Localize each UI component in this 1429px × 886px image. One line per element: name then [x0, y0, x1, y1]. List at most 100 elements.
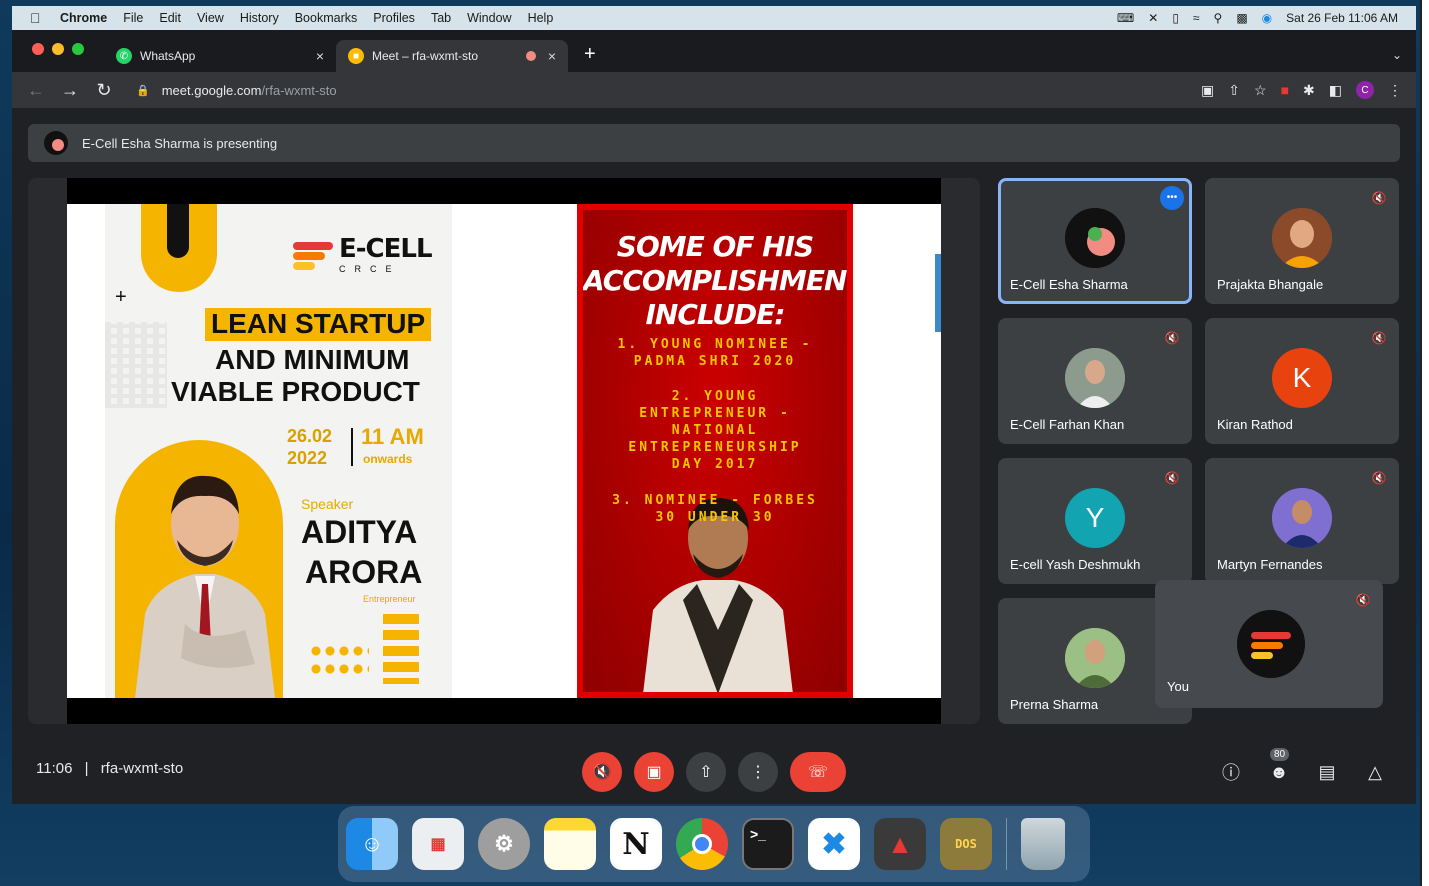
- participant-name: Martyn Fernandes: [1217, 557, 1323, 572]
- participant-tile[interactable]: 🔇 E-Cell Farhan Khan: [998, 318, 1192, 444]
- meeting-info: 11:06 | rfa-wxmt-sto: [36, 760, 183, 777]
- mic-off-icon: 🔇: [1355, 593, 1371, 607]
- side-panel-icon[interactable]: ◧: [1329, 82, 1342, 99]
- camera-toggle-button[interactable]: ▣: [634, 752, 674, 792]
- date-separator: [351, 428, 353, 466]
- siri-icon[interactable]: ◉: [1262, 11, 1272, 25]
- recording-indicator-icon: [525, 51, 536, 61]
- reload-icon[interactable]: ↻: [94, 80, 114, 101]
- participant-name: Prajakta Bhangale: [1217, 277, 1324, 292]
- back-icon[interactable]: ←: [26, 80, 46, 101]
- trash-icon[interactable]: [1021, 818, 1065, 870]
- forward-icon[interactable]: →: [60, 80, 80, 101]
- chat-button[interactable]: ▤: [1314, 752, 1340, 792]
- bookmark-star-icon[interactable]: ☆: [1254, 82, 1267, 99]
- wifi-icon[interactable]: ≈: [1193, 11, 1200, 25]
- tab-search-icon[interactable]: ⌄: [1392, 48, 1402, 62]
- presenter-avatar: [44, 131, 68, 155]
- mic-off-icon: 🔇: [1371, 191, 1387, 205]
- people-icon: ☻: [1269, 761, 1289, 782]
- system-preferences-icon[interactable]: ⚙: [478, 818, 530, 870]
- share-icon[interactable]: ⇧: [1228, 82, 1240, 99]
- menu-edit[interactable]: Edit: [159, 11, 181, 25]
- meeting-details-button[interactable]: ⓘ: [1218, 752, 1244, 792]
- participant-avatar: [1065, 208, 1125, 268]
- close-tab-icon[interactable]: ×: [316, 48, 324, 64]
- dock-divider: [1006, 818, 1007, 870]
- self-view-tile[interactable]: 🔇 You: [1155, 580, 1383, 708]
- notes-icon[interactable]: [544, 818, 596, 870]
- tab-whatsapp[interactable]: ✆ WhatsApp ×: [104, 40, 336, 72]
- vscode-icon[interactable]: ✖: [808, 818, 860, 870]
- menu-tab[interactable]: Tab: [431, 11, 451, 25]
- participant-name: E-Cell Farhan Khan: [1010, 417, 1125, 432]
- apple-icon[interactable]: : [30, 10, 52, 26]
- control-center-icon[interactable]: ▩: [1236, 11, 1247, 25]
- bluetooth-icon[interactable]: ✕: [1148, 11, 1158, 25]
- acc-title-3: INCLUDE:: [645, 298, 785, 331]
- menubar-clock[interactable]: Sat 26 Feb 11:06 AM: [1286, 11, 1398, 25]
- chrome-menu-icon[interactable]: ⋮: [1388, 82, 1402, 99]
- participant-avatar: [1065, 348, 1125, 408]
- close-tab-icon[interactable]: ×: [548, 48, 556, 64]
- presentation-stage[interactable]: E-CELL CRCE + LEAN STARTUP AND MINIMUM V…: [28, 178, 980, 724]
- participant-avatar: K: [1272, 348, 1332, 408]
- tab-title: Meet – rfa-wxmt-sto: [372, 49, 479, 63]
- participant-tile[interactable]: 🔇 Martyn Fernandes: [1205, 458, 1399, 584]
- participant-tile[interactable]: ••• E-Cell Esha Sharma: [998, 178, 1192, 304]
- mic-off-icon: 🔇: [1371, 471, 1387, 485]
- meet-call: E-Cell Esha Sharma is presenting E-CELL …: [12, 108, 1416, 804]
- activities-icon: △: [1368, 761, 1382, 782]
- info-icon: ⓘ: [1222, 763, 1240, 783]
- participant-tile[interactable]: 🔇 Prajakta Bhangale: [1205, 178, 1399, 304]
- keyboard-icon[interactable]: ⌨: [1117, 11, 1134, 25]
- extension-red-icon[interactable]: ■: [1281, 82, 1289, 98]
- present-button[interactable]: ⇧: [686, 752, 726, 792]
- finder-icon[interactable]: ☺: [346, 818, 398, 870]
- menu-window[interactable]: Window: [467, 11, 511, 25]
- menu-help[interactable]: Help: [528, 11, 554, 25]
- people-button[interactable]: 80 ☻: [1266, 748, 1292, 792]
- close-window-button[interactable]: [32, 43, 44, 55]
- profile-avatar[interactable]: C: [1356, 81, 1374, 99]
- activities-button[interactable]: △: [1362, 752, 1388, 792]
- battery-icon[interactable]: ▯: [1172, 11, 1179, 25]
- browser-toolbar: ▣ ⇧ ☆ ■ ✱ ◧ C ⋮: [1201, 81, 1402, 99]
- zoom-window-button[interactable]: [72, 43, 84, 55]
- url-field[interactable]: 🔒 meet.google.com/rfa-wxmt-sto: [136, 83, 337, 98]
- leave-call-button[interactable]: ☏: [790, 752, 846, 792]
- terminal-icon[interactable]: >_: [742, 818, 794, 870]
- lock-icon[interactable]: 🔒: [136, 84, 150, 97]
- whatsapp-icon: ✆: [116, 48, 132, 64]
- menu-bookmarks[interactable]: Bookmarks: [295, 11, 358, 25]
- dosbox-icon[interactable]: DOS: [940, 818, 992, 870]
- people-count-badge: 80: [1270, 748, 1290, 761]
- camera-in-use-icon[interactable]: ▣: [1201, 82, 1214, 99]
- mic-off-icon: 🔇: [1164, 331, 1180, 345]
- notion-icon[interactable]: N: [610, 818, 662, 870]
- acc-item-2d: ENTREPRENEURSHIP: [628, 440, 802, 455]
- menu-view[interactable]: View: [197, 11, 224, 25]
- minimize-window-button[interactable]: [52, 43, 64, 55]
- more-options-button[interactable]: ⋮: [738, 752, 778, 792]
- mic-toggle-button[interactable]: 🔇: [582, 752, 622, 792]
- photo-avatar-icon: [1065, 348, 1125, 408]
- app-red-icon[interactable]: ▲: [874, 818, 926, 870]
- extensions-puzzle-icon[interactable]: ✱: [1303, 82, 1315, 99]
- new-tab-button[interactable]: +: [584, 43, 596, 66]
- launchpad-icon[interactable]: ▦: [412, 818, 464, 870]
- chrome-icon[interactable]: [676, 818, 728, 870]
- menu-file[interactable]: File: [123, 11, 143, 25]
- tab-meet[interactable]: ■ Meet – rfa-wxmt-sto ×: [336, 40, 568, 72]
- photo-avatar-icon: [1065, 628, 1125, 688]
- participant-tile[interactable]: 🔇 Y E-cell Yash Deshmukh: [998, 458, 1192, 584]
- poster-title-highlight: LEAN STARTUP: [205, 308, 432, 341]
- menu-history[interactable]: History: [240, 11, 279, 25]
- hang-up-icon: ☏: [807, 764, 828, 781]
- ecell-logo-icon: [1237, 610, 1305, 678]
- menu-app[interactable]: Chrome: [60, 11, 107, 25]
- address-bar-row: ← → ↻ 🔒 meet.google.com/rfa-wxmt-sto ▣ ⇧…: [12, 72, 1416, 108]
- menu-profiles[interactable]: Profiles: [373, 11, 415, 25]
- spotlight-icon[interactable]: ⚲: [1214, 11, 1223, 25]
- participant-tile[interactable]: 🔇 K Kiran Rathod: [1205, 318, 1399, 444]
